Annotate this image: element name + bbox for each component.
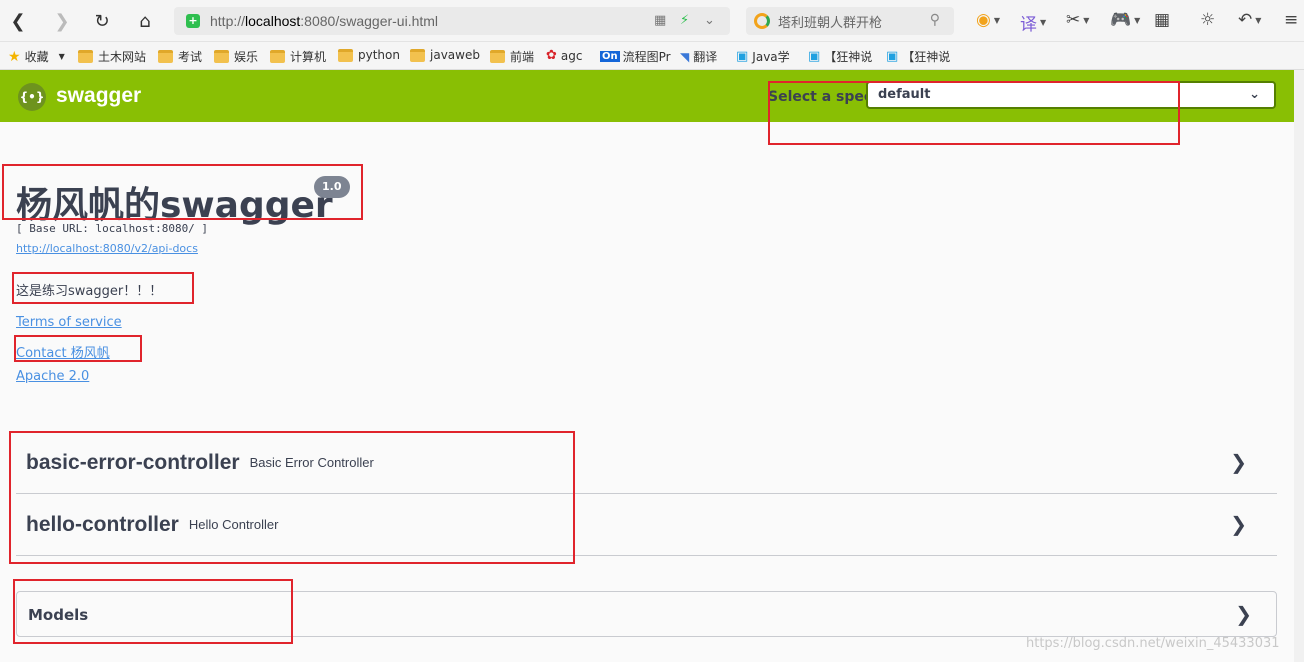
bookmark-item[interactable]: 考试 [158, 48, 202, 65]
url-text: http://localhost:8080/swagger-ui.html [210, 13, 439, 29]
search-icon[interactable]: ⚲ [930, 12, 940, 28]
folder-icon [214, 50, 229, 63]
gamepad-icon[interactable]: 🎮 ▼ [1110, 10, 1140, 30]
base-url: [ Base URL: localhost:8080/ ] [16, 222, 209, 235]
lightning-icon[interactable]: ⚡ [680, 13, 689, 28]
translate-tool-icon[interactable]: 译 ▼ [1020, 10, 1046, 35]
folder-icon [78, 50, 93, 63]
bookmark-item[interactable]: 土木网站 [78, 48, 146, 65]
grid-apps-icon[interactable]: ▦ [1154, 10, 1170, 30]
annotation-box [768, 81, 1180, 145]
scissors-icon[interactable]: ✂ ▼ [1066, 10, 1089, 30]
search-box[interactable]: 塔利班朝人群开枪 ⚲ [746, 7, 954, 35]
bookmark-item[interactable]: ✿ agc [546, 48, 582, 63]
bilibili-icon: ▣ [808, 49, 821, 64]
annotation-box [12, 272, 194, 304]
folder-icon [490, 50, 505, 63]
folder-icon [338, 48, 353, 62]
bilibili-icon: ▣ [736, 49, 749, 64]
search-placeholder: 塔利班朝人群开枪 [778, 15, 883, 31]
bilibili-icon: ▣ [886, 49, 899, 64]
chevron-right-icon[interactable]: ❯ [1235, 602, 1252, 626]
bookmark-item[interactable]: On 流程图Pr [600, 48, 671, 65]
bookmark-item[interactable]: ▣ Java学 [736, 48, 790, 65]
annotation-box [14, 335, 142, 362]
folder-icon [270, 50, 285, 63]
bookmark-item[interactable]: 计算机 [270, 48, 326, 65]
bookmarks-bar: ★ 收藏 ▼ 土木网站 考试 娱乐 计算机 python javaweb 前端 ✿ a… [0, 42, 1304, 70]
terms-of-service-link[interactable]: Terms of service [16, 315, 122, 330]
home-icon[interactable]: ⌂ [133, 9, 157, 33]
browser-toolbar: ❮ ❯ ↻ ⌂ + http://localhost:8080/swagger-… [0, 0, 1304, 42]
undo-icon[interactable]: ↶ ▼ [1238, 10, 1261, 30]
star-icon: ★ [8, 48, 21, 65]
api-docs-link[interactable]: http://localhost:8080/v2/api-docs [16, 242, 198, 255]
chevron-right-icon[interactable]: ❯ [1230, 450, 1247, 474]
coin-icon[interactable]: ◉ ▼ [976, 10, 1000, 30]
on-icon: On [600, 51, 620, 62]
bookmark-item[interactable]: python [338, 48, 400, 62]
bookmark-favorites[interactable]: ★ 收藏 ▼ [8, 48, 65, 65]
secure-shield-icon: + [186, 14, 200, 28]
swagger-logo-icon[interactable]: {•} [18, 83, 46, 111]
bookmark-item[interactable]: 前端 [490, 48, 534, 65]
bookmark-item[interactable]: ▣ 【狂神说 [808, 48, 872, 65]
chevron-right-icon[interactable]: ❯ [1230, 512, 1247, 536]
menu-icon[interactable]: ≡ [1284, 10, 1298, 30]
scrollbar[interactable] [1294, 70, 1304, 662]
watermark: https://blog.csdn.net/weixin_45433031 [1026, 636, 1280, 651]
bookmark-item[interactable]: ◥ 翻译 [680, 48, 717, 65]
bookmark-item[interactable]: 娱乐 [214, 48, 258, 65]
chevron-down-icon[interactable]: ⌄ [704, 13, 715, 28]
bookmark-item[interactable]: ▣ 【狂神说 [886, 48, 950, 65]
swagger-logo-text[interactable]: swagger [56, 84, 141, 108]
qr-code-icon[interactable]: ▦ [654, 13, 666, 28]
huawei-icon: ✿ [546, 48, 557, 63]
annotation-box [9, 431, 575, 564]
back-icon[interactable]: ❮ [6, 9, 30, 33]
annotation-box [2, 164, 363, 220]
search-engine-logo-icon [754, 13, 770, 29]
annotation-box [13, 579, 293, 644]
chevron-down-icon: ⌄ [1249, 87, 1260, 102]
address-bar[interactable]: + http://localhost:8080/swagger-ui.html … [174, 7, 730, 35]
bookmark-item[interactable]: javaweb [410, 48, 480, 62]
folder-icon [158, 50, 173, 63]
license-link[interactable]: Apache 2.0 [16, 369, 89, 384]
forward-icon[interactable]: ❯ [50, 9, 74, 33]
folder-icon [410, 48, 425, 62]
brightness-icon[interactable]: ☼ [1200, 10, 1215, 30]
translate-icon: ◥ [680, 49, 690, 64]
reload-icon[interactable]: ↻ [90, 9, 114, 33]
